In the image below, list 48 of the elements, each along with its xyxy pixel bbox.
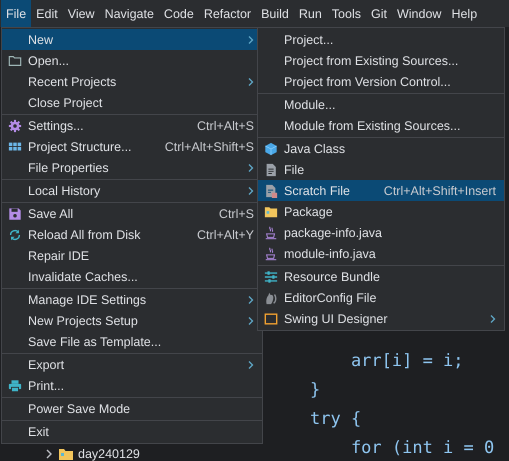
menu-item[interactable]: Scratch File Ctrl+Alt+Shift+Insert <box>258 180 504 201</box>
printer-icon <box>8 378 22 392</box>
menu-bar-item[interactable]: Navigate <box>100 0 159 27</box>
sliders-icon <box>264 270 278 284</box>
document-icon <box>264 162 278 176</box>
menu-bar-item[interactable]: Run <box>294 0 327 27</box>
menu-item[interactable]: Exit <box>2 421 262 442</box>
save-icon <box>8 206 22 220</box>
document-icon <box>264 184 278 198</box>
grid-icon <box>8 140 22 154</box>
menu-item[interactable]: Print... <box>2 375 262 396</box>
settings-icon <box>8 118 22 132</box>
menu-item[interactable]: Power Save Mode <box>2 398 262 419</box>
code-line: } <box>310 379 320 402</box>
menu-bar-item[interactable]: Build <box>256 0 294 27</box>
menu-bar-item[interactable]: Tools <box>326 0 366 27</box>
chevron-right-icon[interactable] <box>44 449 54 459</box>
menu-bar-item[interactable]: Window <box>392 0 446 27</box>
menu-bar-item[interactable]: Help <box>446 0 482 27</box>
menu-item[interactable]: Resource Bundle <box>258 266 504 287</box>
menu-bar-item[interactable]: Refactor <box>198 0 256 27</box>
folder-icon <box>59 448 73 460</box>
folder-icon <box>264 204 278 218</box>
menu-bar-item[interactable]: Edit <box>31 0 63 27</box>
shortcut-label: Ctrl+Alt+S <box>197 118 254 132</box>
coffee-cup-icon <box>264 226 278 240</box>
menu-bar-item[interactable]: View <box>62 0 100 27</box>
window-icon <box>264 312 278 326</box>
folder-name[interactable]: day240129 <box>78 447 140 461</box>
shortcut-label: Ctrl+S <box>218 206 254 220</box>
folder-icon <box>8 54 22 68</box>
shortcut-label: Ctrl+Alt+Shift+Insert <box>384 184 496 198</box>
menu-item[interactable]: Local History <box>2 180 262 201</box>
code-line: for (int i = 0 <box>350 437 494 460</box>
shortcut-label: Ctrl+Alt+Shift+S <box>164 140 254 154</box>
menu-item[interactable]: Module... <box>258 94 504 115</box>
coffee-cup-icon <box>264 246 278 260</box>
code-line: try { <box>310 408 362 431</box>
shortcut-label: Ctrl+Alt+Y <box>197 228 254 242</box>
refresh-icon <box>8 228 22 242</box>
menu-bar-item[interactable]: File <box>1 0 32 27</box>
menu-item[interactable]: module-info.java <box>258 243 504 264</box>
menu-bar-item[interactable]: Git <box>366 0 392 27</box>
menu-item[interactable]: Export <box>2 354 262 375</box>
cube-icon <box>264 142 278 156</box>
menu-bar-item[interactable]: Code <box>158 0 199 27</box>
menu-item[interactable]: Save File as Template... <box>2 331 262 352</box>
code-line: arr[i] = i; <box>350 350 464 373</box>
